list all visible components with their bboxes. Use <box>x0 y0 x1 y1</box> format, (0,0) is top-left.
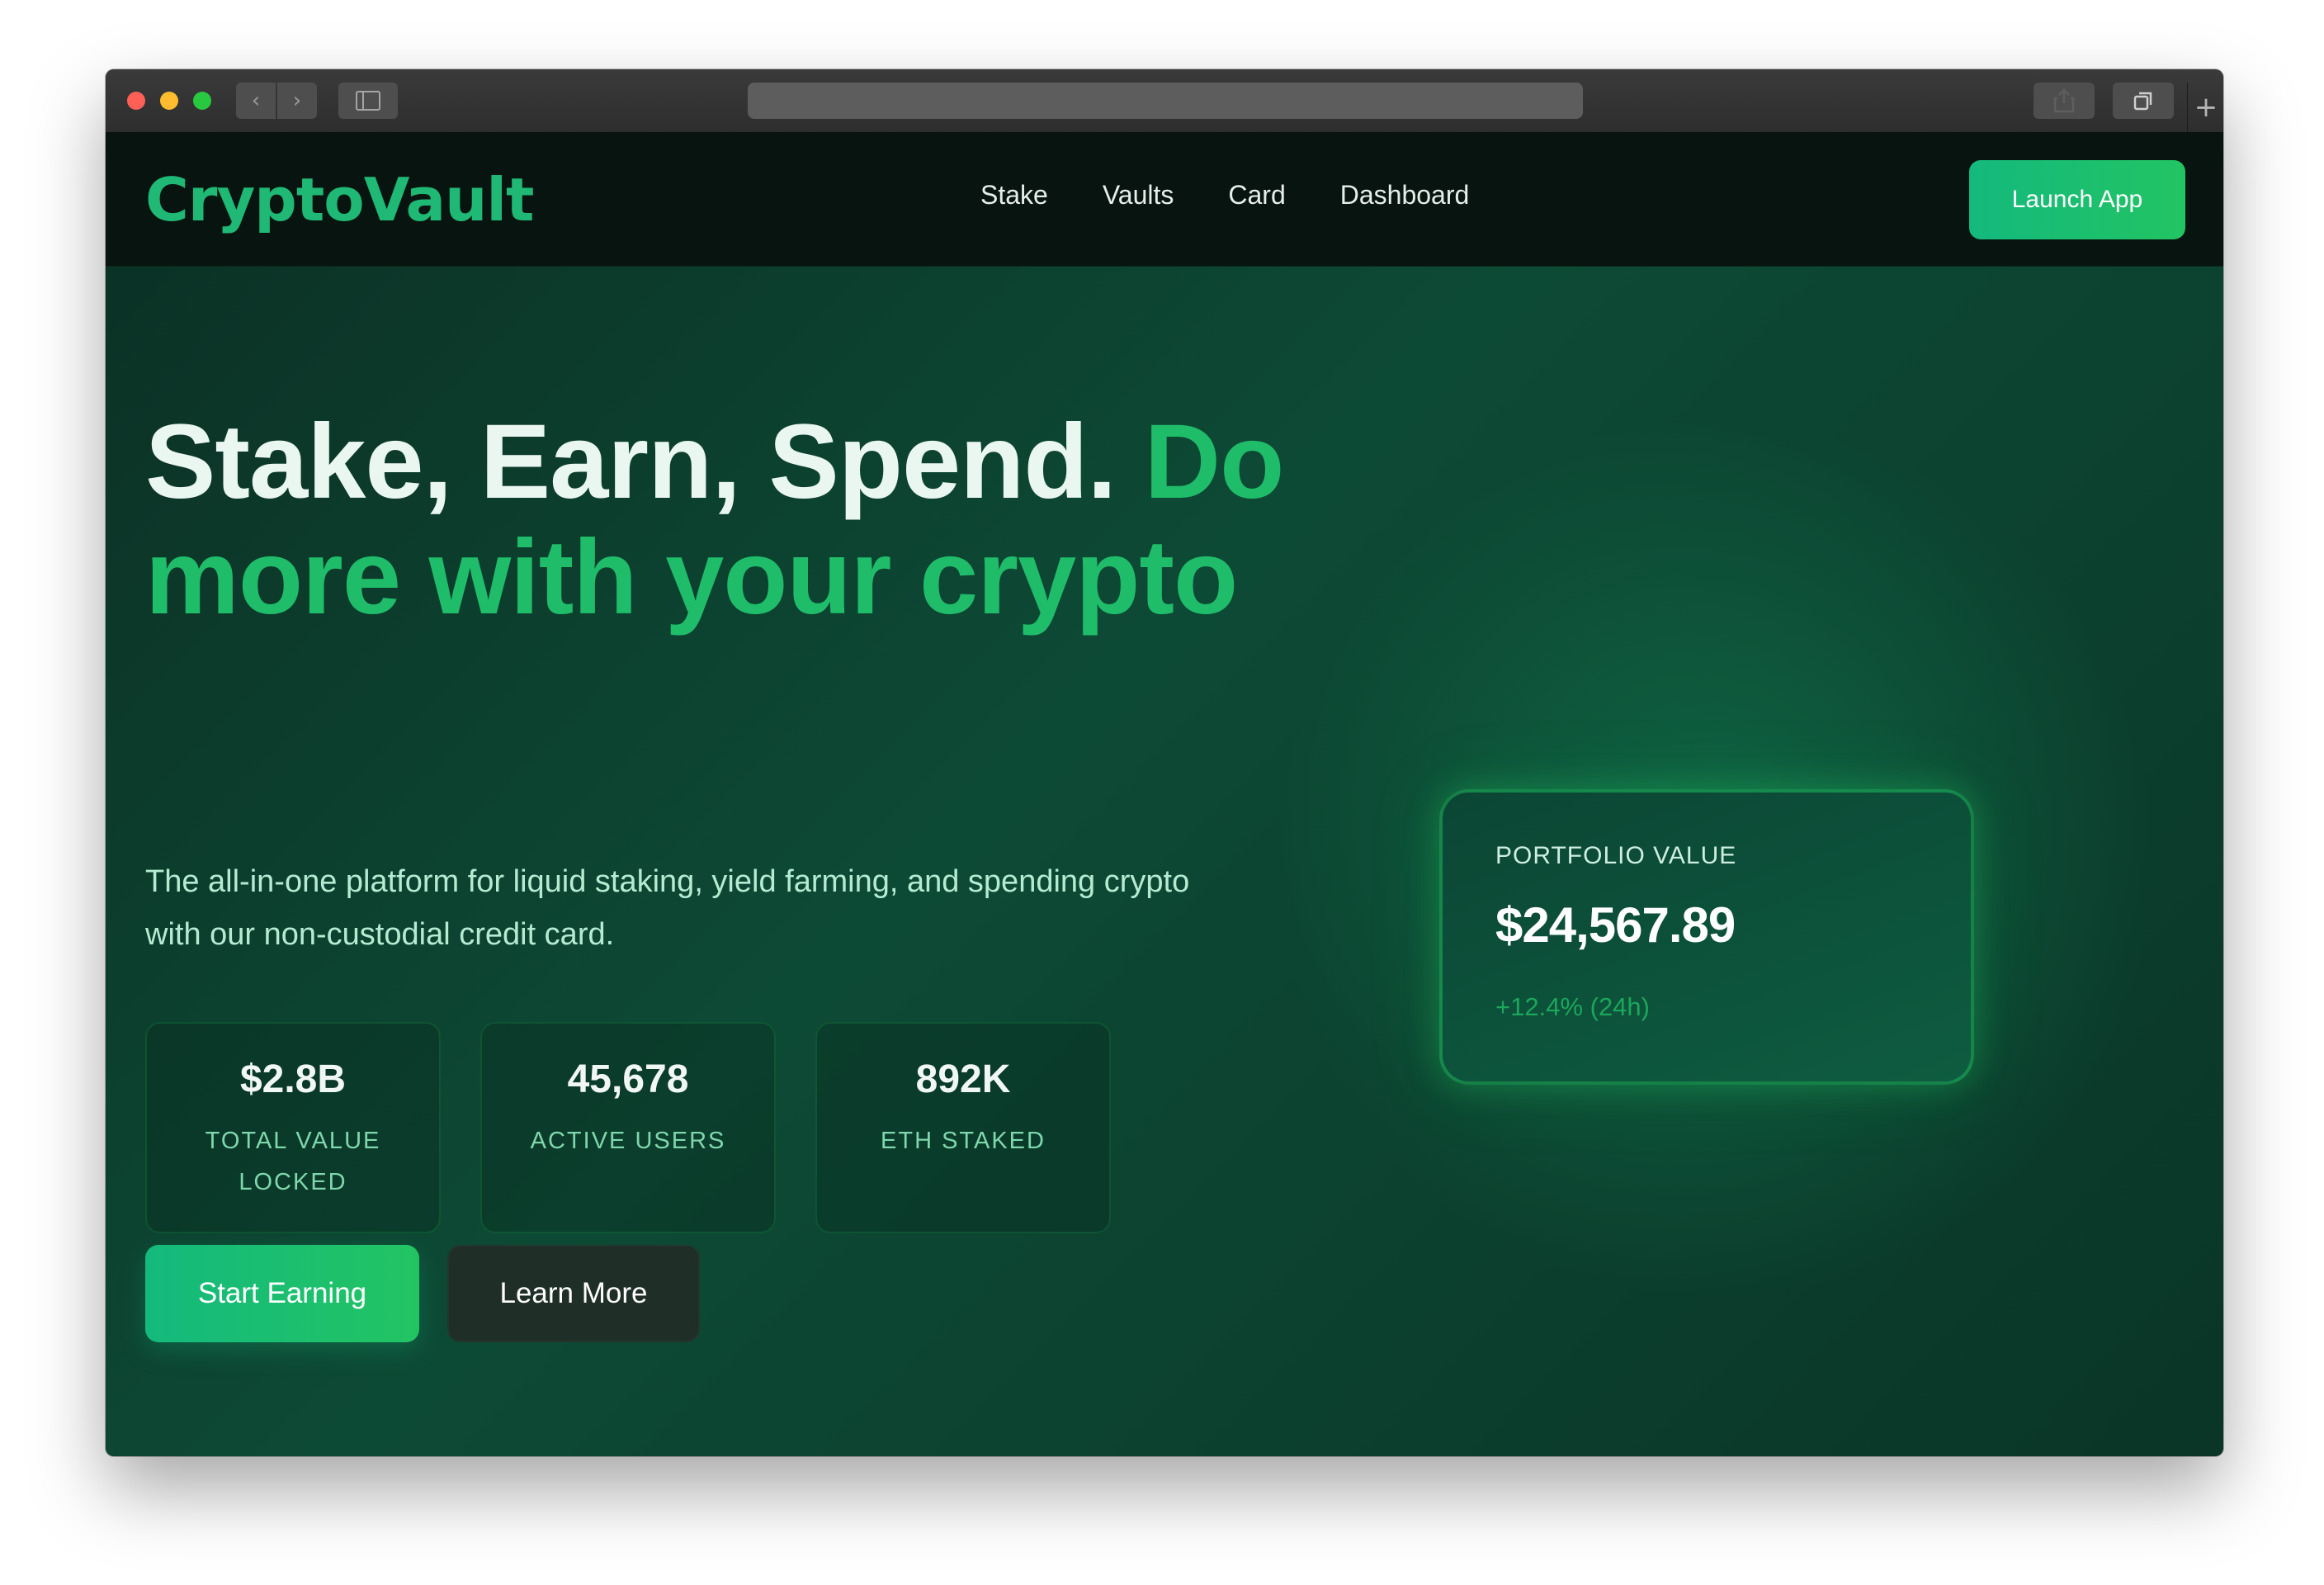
browser-window: ‹ › + CryptoVault Stake Vaults Card Dash… <box>106 69 2223 1456</box>
nav-link-card[interactable]: Card <box>1228 180 1285 211</box>
nav-link-stake[interactable]: Stake <box>980 180 1048 211</box>
stat-value: $2.8B <box>239 1057 347 1101</box>
start-earning-button[interactable]: Start Earning <box>145 1245 419 1342</box>
forward-button[interactable]: › <box>277 83 317 119</box>
sidebar-toggle-button[interactable] <box>338 83 398 119</box>
stat-label: ACTIVE USERS <box>530 1128 726 1154</box>
browser-titlebar: ‹ › + <box>106 69 2223 133</box>
new-tab-button[interactable]: + <box>2187 83 2223 132</box>
tabs-icon <box>2133 92 2152 111</box>
tabs-overview-button[interactable] <box>2113 83 2174 119</box>
learn-more-button[interactable]: Learn More <box>447 1245 700 1342</box>
stat-card-tvl: $2.8B TOTAL VALUE LOCKED <box>145 1022 441 1233</box>
logo[interactable]: CryptoVault <box>145 165 534 234</box>
stat-card-eth-staked: 892K ETH STAKED <box>815 1022 1111 1233</box>
back-button[interactable]: ‹ <box>236 83 276 119</box>
address-bar[interactable] <box>748 83 1583 119</box>
stat-label: TOTAL VALUE LOCKED <box>205 1128 381 1195</box>
landing-page: CryptoVault Stake Vaults Card Dashboard … <box>106 132 2223 1456</box>
stat-label: ETH STAKED <box>881 1128 1046 1154</box>
zoom-window-button[interactable] <box>193 92 211 110</box>
portfolio-change: +12.4% (24h) <box>1495 992 1650 1021</box>
sidebar-icon <box>356 91 380 111</box>
stat-card-active-users: 45,678 ACTIVE USERS <box>480 1022 776 1233</box>
portfolio-card: PORTFOLIO VALUE $24,567.89 +12.4% (24h) <box>1439 789 1974 1085</box>
portfolio-value: $24,567.89 <box>1495 897 1736 953</box>
share-icon <box>2053 88 2075 113</box>
nav-link-vaults[interactable]: Vaults <box>1103 180 1174 211</box>
nav-links: Stake Vaults Card Dashboard <box>980 180 1469 211</box>
plus-icon: + <box>2194 91 2218 124</box>
headline-main: Stake, Earn, Spend. <box>145 403 1117 521</box>
close-window-button[interactable] <box>127 92 145 110</box>
chevron-left-icon: ‹ <box>251 88 261 113</box>
portfolio-label: PORTFOLIO VALUE <box>1495 842 1737 869</box>
share-button[interactable] <box>2034 83 2095 119</box>
stat-value: 892K <box>915 1057 1011 1101</box>
hero-subtitle: The all-in-one platform for liquid staki… <box>145 864 1190 952</box>
minimize-window-button[interactable] <box>160 92 178 110</box>
nav-link-dashboard[interactable]: Dashboard <box>1340 180 1470 211</box>
stat-value: 45,678 <box>567 1057 689 1101</box>
chevron-right-icon: › <box>292 88 302 113</box>
launch-app-button[interactable]: Launch App <box>1969 160 2185 239</box>
hero-headline: Stake, Earn, Spend. Do more with your cr… <box>145 405 1301 636</box>
top-navigation: CryptoVault Stake Vaults Card Dashboard … <box>106 132 2223 267</box>
